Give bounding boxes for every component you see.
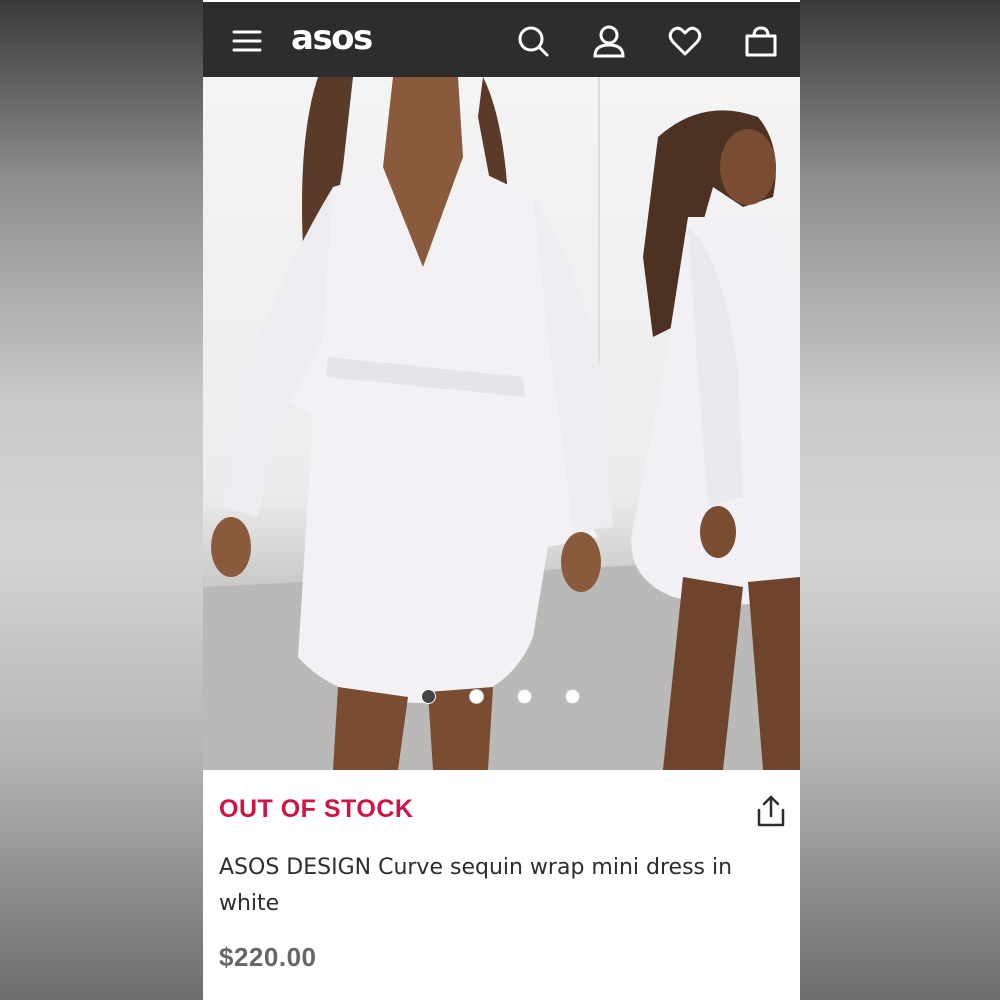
search-icon[interactable] [516, 24, 550, 58]
product-price: $220.00 [219, 942, 317, 972]
carousel-dot[interactable] [517, 689, 532, 704]
product-image[interactable] [203, 77, 800, 770]
heart-icon[interactable] [668, 24, 702, 58]
asos-logo[interactable]: asos [291, 18, 373, 58]
product-photo-illustration [203, 77, 800, 770]
bag-icon[interactable] [744, 24, 778, 58]
stock-status: OUT OF STOCK [219, 795, 414, 823]
product-title: ASOS DESIGN Curve sequin wrap mini dress… [219, 855, 733, 916]
share-icon[interactable] [755, 794, 787, 828]
mobile-page: asos OUT OF STOCK ASOS DESIGN Curve sequ… [203, 0, 800, 1000]
carousel-dot[interactable] [469, 689, 484, 704]
carousel-dot[interactable] [565, 689, 580, 704]
top-navigation-bar: asos [203, 2, 800, 77]
carousel-pagination [421, 689, 580, 704]
account-icon[interactable] [592, 24, 626, 58]
carousel-dot[interactable] [421, 689, 436, 704]
menu-icon[interactable] [230, 24, 264, 58]
